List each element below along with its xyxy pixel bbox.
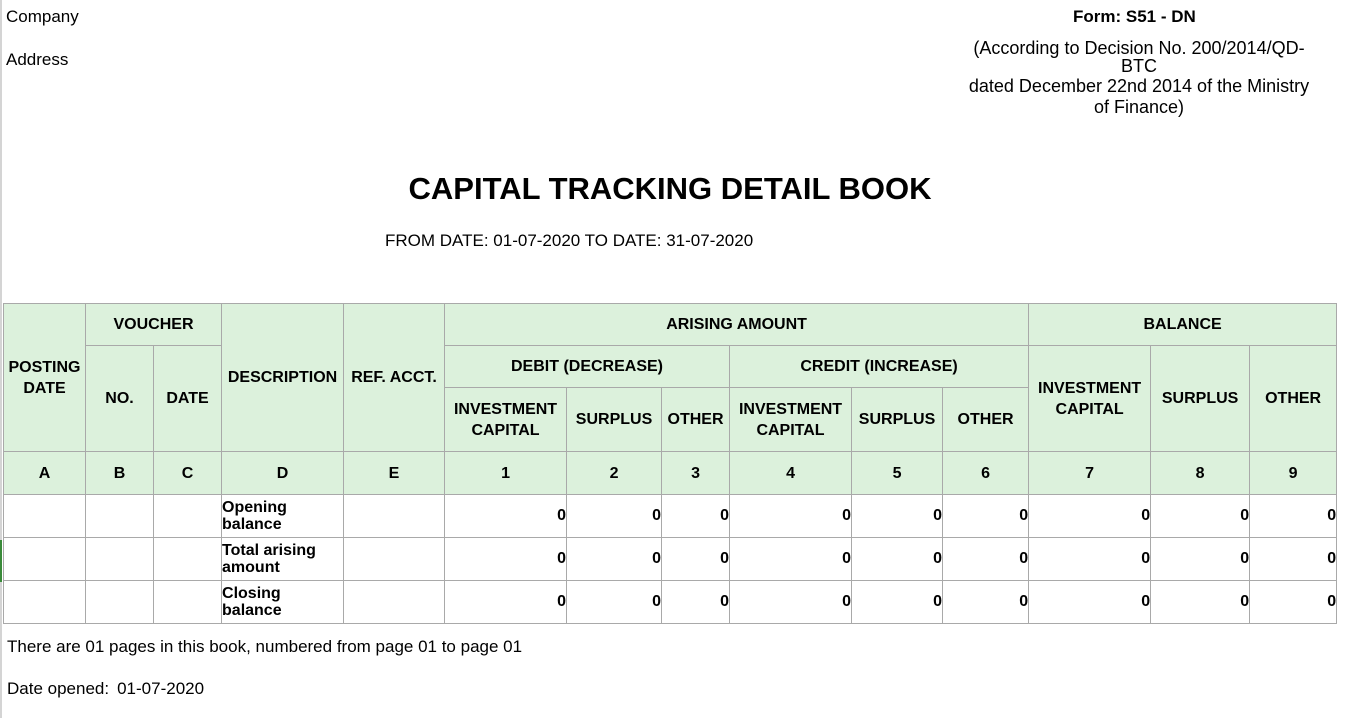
header-credit-other: OTHER xyxy=(942,387,1030,452)
index-cell: 2 xyxy=(566,451,663,495)
header-debit: DEBIT (DECREASE) xyxy=(444,345,731,388)
index-cell: E xyxy=(343,451,446,495)
table-row-closing-balance: Closing balance 0 0 0 0 0 0 0 0 0 xyxy=(3,580,1338,624)
index-cell: 1 xyxy=(444,451,568,495)
amount-cell[interactable]: 0 xyxy=(729,537,853,581)
header-arising-amount: ARISING AMOUNT xyxy=(444,303,1030,346)
date-opened-label: Date opened: xyxy=(7,679,110,698)
amount-cell[interactable]: 0 xyxy=(1249,494,1338,538)
header-posting-date: POSTING DATE xyxy=(3,303,86,452)
header-description: DESCRIPTION xyxy=(221,303,345,452)
amount-cell[interactable]: 0 xyxy=(942,494,1030,538)
selected-row-marker xyxy=(0,540,2,582)
amount-cell[interactable]: 0 xyxy=(1150,494,1251,538)
amount-cell[interactable]: 0 xyxy=(851,494,944,538)
address-label: Address xyxy=(6,50,69,69)
decision-line-2: BTC xyxy=(1121,56,1157,76)
header-debit-other: OTHER xyxy=(661,387,731,452)
index-cell: B xyxy=(85,451,154,495)
table-row-opening-balance: Opening balance 0 0 0 0 0 0 0 0 0 xyxy=(3,494,1338,538)
index-cell: 3 xyxy=(661,451,731,495)
voucher-no-cell[interactable] xyxy=(85,537,154,581)
table-row-total-arising: Total arising amount 0 0 0 0 0 0 0 0 0 xyxy=(3,537,1338,581)
header-credit-investment-capital: INVESTMENT CAPITAL xyxy=(729,387,853,452)
page-title: CAPITAL TRACKING DETAIL BOOK xyxy=(408,171,932,206)
voucher-date-cell[interactable] xyxy=(152,494,223,538)
index-cell: 5 xyxy=(851,451,944,495)
amount-cell[interactable]: 0 xyxy=(729,494,853,538)
header-debit-investment-capital: INVESTMENT CAPITAL xyxy=(444,387,568,452)
amount-cell[interactable]: 0 xyxy=(661,494,731,538)
ref-acct-cell[interactable] xyxy=(343,537,446,581)
header-credit: CREDIT (INCREASE) xyxy=(729,345,1030,388)
description-cell[interactable]: Closing balance xyxy=(221,580,345,624)
amount-cell[interactable]: 0 xyxy=(1028,494,1152,538)
header-balance-surplus: SURPLUS xyxy=(1150,345,1251,452)
posting-date-cell[interactable] xyxy=(3,537,86,581)
header-balance-other: OTHER xyxy=(1249,345,1338,452)
posting-date-cell[interactable] xyxy=(3,494,86,538)
header-voucher-date: DATE xyxy=(152,345,223,452)
header-voucher-no: NO. xyxy=(85,345,154,452)
company-label: Company xyxy=(6,7,79,26)
amount-cell[interactable]: 0 xyxy=(942,580,1030,624)
amount-cell[interactable]: 0 xyxy=(1028,537,1152,581)
index-cell: C xyxy=(152,451,223,495)
index-cell: 7 xyxy=(1028,451,1152,495)
amount-cell[interactable]: 0 xyxy=(1249,580,1338,624)
date-range: FROM DATE: 01-07-2020 TO DATE: 31-07-202… xyxy=(385,231,754,250)
amount-cell[interactable]: 0 xyxy=(942,537,1030,581)
amount-cell[interactable]: 0 xyxy=(661,580,731,624)
description-cell[interactable]: Total arising amount xyxy=(221,537,345,581)
voucher-date-cell[interactable] xyxy=(152,580,223,624)
index-cell: A xyxy=(3,451,86,495)
amount-cell[interactable]: 0 xyxy=(444,537,568,581)
decision-line-3: dated December 22nd 2014 of the Ministry xyxy=(968,76,1310,96)
voucher-date-cell[interactable] xyxy=(152,537,223,581)
amount-cell[interactable]: 0 xyxy=(851,580,944,624)
header-voucher: VOUCHER xyxy=(84,303,223,346)
index-cell: D xyxy=(221,451,345,495)
decision-line-4: of Finance) xyxy=(1093,97,1185,117)
amount-cell[interactable]: 0 xyxy=(661,537,731,581)
capital-tracking-table: POSTING DATE VOUCHER DESCRIPTION REF. AC… xyxy=(3,303,1338,624)
header-debit-surplus: SURPLUS xyxy=(566,387,663,452)
index-cell: 9 xyxy=(1249,451,1338,495)
ref-acct-cell[interactable] xyxy=(343,580,446,624)
amount-cell[interactable]: 0 xyxy=(1150,537,1251,581)
amount-cell[interactable]: 0 xyxy=(729,580,853,624)
header-ref-acct: REF. ACCT. xyxy=(343,303,446,452)
voucher-no-cell[interactable] xyxy=(85,580,154,624)
amount-cell[interactable]: 0 xyxy=(1028,580,1152,624)
index-cell: 6 xyxy=(942,451,1030,495)
amount-cell[interactable]: 0 xyxy=(444,494,568,538)
voucher-no-cell[interactable] xyxy=(85,494,154,538)
ref-acct-cell[interactable] xyxy=(343,494,446,538)
header-credit-surplus: SURPLUS xyxy=(851,387,944,452)
header-balance: BALANCE xyxy=(1028,303,1338,346)
amount-cell[interactable]: 0 xyxy=(566,494,663,538)
date-opened: Date opened: 01-07-2020 xyxy=(7,679,204,699)
amount-cell[interactable]: 0 xyxy=(1150,580,1251,624)
pages-note: There are 01 pages in this book, numbere… xyxy=(7,637,523,656)
posting-date-cell[interactable] xyxy=(3,580,86,624)
header-balance-investment-capital: INVESTMENT CAPITAL xyxy=(1028,345,1152,452)
amount-cell[interactable]: 0 xyxy=(851,537,944,581)
index-cell: 8 xyxy=(1150,451,1251,495)
amount-cell[interactable]: 0 xyxy=(1249,537,1338,581)
decision-reference: (According to Decision No. 200/2014/QD- … xyxy=(944,38,1334,122)
form-code: Form: S51 - DN xyxy=(1073,7,1196,26)
sheet-left-gutter xyxy=(0,0,2,718)
index-cell: 4 xyxy=(729,451,853,495)
amount-cell[interactable]: 0 xyxy=(566,580,663,624)
date-opened-value: 01-07-2020 xyxy=(117,679,205,698)
amount-cell[interactable]: 0 xyxy=(566,537,663,581)
amount-cell[interactable]: 0 xyxy=(444,580,568,624)
description-cell[interactable]: Opening balance xyxy=(221,494,345,538)
